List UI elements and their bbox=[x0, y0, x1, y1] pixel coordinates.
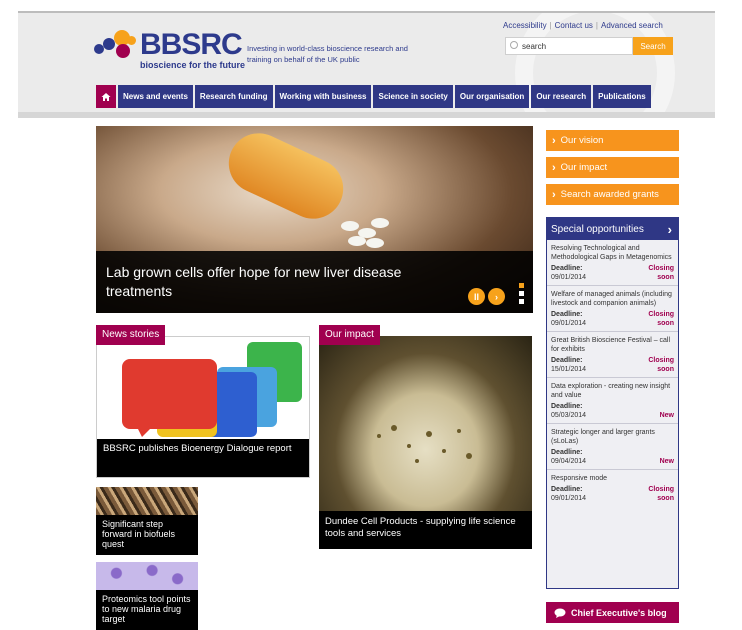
opportunity-title[interactable]: Resolving Technological and Methodologic… bbox=[551, 244, 674, 262]
status-badge: New bbox=[659, 412, 674, 419]
accessibility-link[interactable]: Accessibility bbox=[503, 21, 547, 30]
nav-news-and-events[interactable]: News and events bbox=[118, 85, 193, 108]
nav-research-funding[interactable]: Research funding bbox=[194, 85, 273, 108]
search-button[interactable]: Search bbox=[633, 37, 673, 55]
status-badge: Closing soon bbox=[648, 357, 674, 373]
status-badge: Closing soon bbox=[648, 311, 674, 327]
chevron-right-icon: › bbox=[552, 134, 556, 147]
biofuel-image bbox=[96, 487, 198, 515]
contact-us-link[interactable]: Contact us bbox=[555, 21, 593, 30]
deadline-label: Deadline: bbox=[551, 403, 583, 410]
search-input[interactable] bbox=[505, 37, 633, 55]
chevron-right-icon: › bbox=[667, 221, 672, 237]
nav-working-with-business[interactable]: Working with business bbox=[274, 85, 372, 108]
our-impact-tag[interactable]: Our impact bbox=[319, 325, 380, 345]
news-small-caption[interactable]: Proteomics tool points to new malaria dr… bbox=[102, 594, 194, 624]
news-story-main[interactable]: BBSRC publishes Bioenergy Dialogue repor… bbox=[96, 336, 310, 478]
deadline-date: 05/03/2014 bbox=[551, 412, 587, 419]
next-button[interactable]: › bbox=[488, 288, 505, 305]
opportunity-item[interactable]: Data exploration - creating new insight … bbox=[547, 378, 678, 424]
hero-headline[interactable]: Lab grown cells offer hope for new liver… bbox=[106, 263, 406, 301]
separator: | bbox=[595, 21, 598, 30]
search-awarded-grants-label: Search awarded grants bbox=[560, 189, 659, 200]
slide-dot[interactable] bbox=[519, 291, 524, 296]
blog-label: Chief Executive's blog bbox=[571, 607, 667, 618]
slide-indicators bbox=[519, 283, 525, 307]
opportunity-item[interactable]: Great British Bioscience Festival – call… bbox=[547, 332, 678, 378]
opportunity-title[interactable]: Welfare of managed animals (including li… bbox=[551, 290, 674, 308]
opportunity-title[interactable]: Responsive mode bbox=[551, 474, 674, 483]
nav-publications[interactable]: Publications bbox=[593, 85, 651, 108]
impact-caption[interactable]: Dundee Cell Products - supplying life sc… bbox=[319, 511, 532, 549]
nav-our-research[interactable]: Our research bbox=[531, 85, 592, 108]
slide-dot[interactable] bbox=[519, 283, 524, 288]
search-awarded-grants-button[interactable]: › Search awarded grants bbox=[546, 184, 679, 205]
chief-executive-blog-button[interactable]: Chief Executive's blog bbox=[546, 602, 679, 623]
opportunity-item[interactable]: Resolving Technological and Methodologic… bbox=[547, 240, 678, 286]
opportunity-title[interactable]: Great British Bioscience Festival – call… bbox=[551, 336, 674, 354]
bbsrc-logo[interactable]: BBSRC bioscience for the future bbox=[94, 30, 245, 70]
status-badge: Closing soon bbox=[648, 486, 674, 502]
nav-science-in-society[interactable]: Science in society bbox=[373, 85, 453, 108]
news-small-caption[interactable]: Significant step forward in biofuels que… bbox=[102, 519, 194, 549]
opportunity-title[interactable]: Data exploration - creating new insight … bbox=[551, 382, 674, 400]
logo-strapline: bioscience for the future bbox=[140, 60, 246, 70]
special-opportunities-panel: Special opportunities › Resolving Techno… bbox=[546, 217, 679, 589]
site-tagline: Investing in world-class bioscience rese… bbox=[247, 44, 408, 64]
hero-caption: Lab grown cells offer hope for new liver… bbox=[96, 251, 533, 313]
deadline-date: 09/04/2014 bbox=[551, 458, 587, 465]
pause-button[interactable]: II bbox=[468, 288, 485, 305]
petri-dish-image bbox=[319, 336, 532, 511]
news-main-caption[interactable]: BBSRC publishes Bioenergy Dialogue repor… bbox=[97, 439, 309, 477]
logo-molecule-icon bbox=[94, 30, 138, 62]
opportunity-title[interactable]: Strategic longer and larger grants (sLoL… bbox=[551, 428, 674, 446]
advanced-search-link[interactable]: Advanced search bbox=[601, 21, 663, 30]
special-opportunities-header[interactable]: Special opportunities › bbox=[547, 218, 678, 240]
logo-wordmark: BBSRC bbox=[140, 28, 243, 61]
chevron-right-icon: › bbox=[552, 188, 556, 201]
nav-our-organisation[interactable]: Our organisation bbox=[454, 85, 530, 108]
special-opportunities-title: Special opportunities bbox=[551, 223, 644, 235]
chevron-right-icon: › bbox=[552, 161, 556, 174]
home-button[interactable] bbox=[96, 85, 116, 108]
our-vision-button[interactable]: › Our vision bbox=[546, 130, 679, 151]
our-vision-label: Our vision bbox=[560, 135, 604, 146]
search-bar: Search bbox=[505, 37, 673, 55]
separator: | bbox=[549, 21, 552, 30]
malaria-cells-image bbox=[96, 562, 198, 590]
home-icon bbox=[101, 92, 111, 101]
opportunity-item[interactable]: Welfare of managed animals (including li… bbox=[547, 286, 678, 332]
opportunity-item[interactable]: Responsive mode Deadline: Closing soon 09… bbox=[547, 470, 678, 506]
hero-carousel[interactable]: Lab grown cells offer hope for new liver… bbox=[96, 126, 533, 313]
main-navigation: News and events Research funding Working… bbox=[96, 85, 653, 108]
opportunity-item[interactable]: Strategic longer and larger grants (sLoL… bbox=[547, 424, 678, 470]
impact-story[interactable]: Dundee Cell Products - supplying life sc… bbox=[319, 336, 532, 549]
news-small-story[interactable]: Proteomics tool points to new malaria dr… bbox=[96, 562, 198, 630]
our-impact-button[interactable]: › Our impact bbox=[546, 157, 679, 178]
status-badge: Closing soon bbox=[648, 265, 674, 281]
search-icon bbox=[510, 41, 518, 49]
our-impact-label: Our impact bbox=[560, 162, 608, 173]
status-badge: New bbox=[659, 458, 674, 465]
speech-bubble-icon bbox=[554, 608, 566, 618]
utility-links: Accessibility | Contact us | Advanced search bbox=[503, 21, 663, 30]
deadline-label: Deadline: bbox=[551, 449, 583, 456]
speech-bubbles-image bbox=[97, 337, 309, 441]
news-small-story[interactable]: Significant step forward in biofuels que… bbox=[96, 487, 198, 555]
slide-dot[interactable] bbox=[519, 299, 524, 304]
news-stories-tag[interactable]: News stories bbox=[96, 325, 166, 345]
